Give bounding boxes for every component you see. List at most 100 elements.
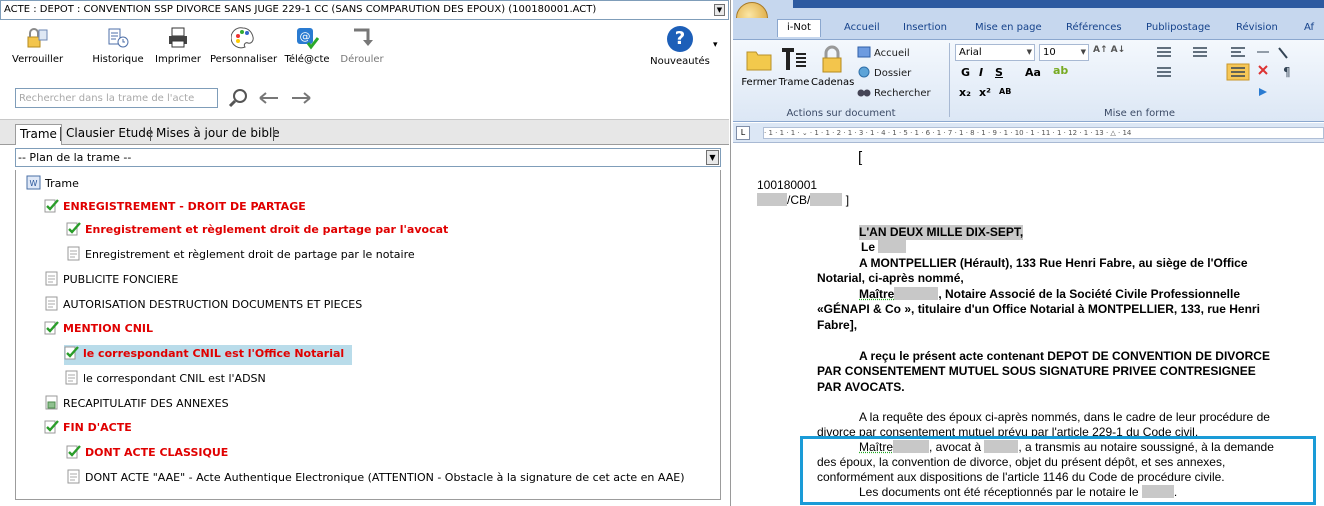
horizontal-ruler[interactable]: · 1 · 1 · 1 · ⌄ · 1 · 1 · 2 · 1 · 3 · 1 … [763, 127, 1324, 139]
checked-doc-icon [44, 420, 59, 434]
grow-font-icon[interactable]: A↑ A↓ [1093, 45, 1125, 55]
ribbon-tab-mise-en-page[interactable]: Mise en page [975, 22, 1042, 33]
checked-doc-icon [44, 321, 59, 335]
trame-button[interactable]: Trame [777, 44, 811, 88]
change-case-button[interactable]: Aa [1025, 66, 1041, 79]
redacted-field [894, 287, 939, 300]
printer-icon [169, 27, 187, 48]
close-doc-label: Fermer [741, 77, 777, 88]
chevron-down-icon: ▼ [1080, 48, 1086, 56]
lock-button[interactable]: Verrouiller [12, 26, 63, 65]
tree-node-fin-acte[interactable]: FIN D'ACTE [44, 419, 132, 439]
doc-box-period: . [1173, 485, 1178, 499]
document-page[interactable]: [ 100180001 /CB/ ] L'AN DEUX MILLE DIX-S… [733, 144, 1324, 506]
page-icon [45, 296, 58, 311]
paragraph-tools-icon[interactable]: ¶ [1153, 44, 1303, 104]
ribbon-tab-accueil[interactable]: Accueil [844, 22, 880, 33]
doc-recu-line1: A reçu le présent acte contenant DEPOT D… [859, 349, 1270, 363]
customize-label: Personnaliser [210, 54, 278, 65]
tree-node-recapitulatif[interactable]: RECAPITULATIF DES ANNEXES [44, 395, 229, 415]
rechercher-button[interactable]: Rechercher [857, 86, 931, 99]
ribbon-tab-references[interactable]: Références [1066, 22, 1122, 33]
doc-ref-number: 100180001 [757, 178, 818, 192]
small-caps-button[interactable]: AB [999, 87, 1011, 96]
tab-bar: Trame Clausier Etude Mises à jour de bib… [0, 119, 729, 145]
italic-button[interactable]: I [979, 66, 983, 79]
tab-mises-a-jour[interactable]: Mises à jour de bible [152, 124, 284, 145]
tree-node-mention-cnil[interactable]: MENTION CNIL [44, 320, 153, 340]
tree-node-cnil-adsn[interactable]: le correspondant CNIL est l'ADSN [64, 370, 266, 390]
ribbon-tab-inot[interactable]: i-Not [777, 19, 821, 37]
highlight-color-icon[interactable]: ab [1053, 64, 1068, 77]
tab-trame[interactable]: Trame [15, 124, 62, 145]
chevron-down-icon: ▼ [1026, 48, 1032, 56]
doc-box-avocat: , avocat à [929, 440, 982, 454]
doc-maitre: Maître [859, 287, 895, 301]
redacted-field [757, 193, 787, 206]
doc-box-transmis: , a transmis au notaire soussigné, à la … [1018, 440, 1274, 454]
tree-node-publicite[interactable]: PUBLICITE FONCIERE [44, 271, 178, 291]
group-label-actions: Actions sur document [786, 108, 896, 119]
word-document-pane: i-Not Accueil Insertion Mise en page Réf… [733, 0, 1324, 506]
doc-maitre-line1: Maître , Notaire Associé de la Société Ci… [859, 287, 1240, 302]
history-button[interactable]: Historique [92, 26, 144, 65]
tree-node-dont-acte-aae[interactable]: DONT ACTE "AAE" - Acte Authentique Elect… [66, 469, 685, 489]
teleacte-label: Télé@cte [284, 54, 330, 65]
plan-select[interactable]: -- Plan de la trame -- ▼ [15, 148, 721, 167]
search-icon[interactable] [228, 88, 250, 108]
act-title-combo[interactable]: ACTE : DEPOT : CONVENTION SSP DIVORCE SA… [0, 0, 729, 20]
search-row [0, 84, 729, 114]
arrow-left-icon[interactable] [258, 88, 280, 108]
tree-node-cnil-office[interactable]: le correspondant CNIL est l'Office Notar… [64, 345, 353, 365]
underline-button[interactable]: S [995, 66, 1003, 79]
doc-place-line1: A MONTPELLIER (Hérault), 133 Rue Henri F… [859, 256, 1248, 270]
tree-node-enreg-notaire[interactable]: Enregistrement et règlement droit de par… [66, 246, 415, 266]
accueil-button[interactable]: Accueil [857, 46, 910, 59]
tree-node-dont-acte-classique[interactable]: DONT ACTE CLASSIQUE [66, 444, 228, 464]
unfold-button[interactable]: Dérouler [338, 26, 386, 65]
teleacte-button[interactable]: @ Télé@cte [282, 26, 332, 65]
ruler-row: L · 1 · 1 · 1 · ⌄ · 1 · 1 · 2 · 1 · 3 · … [733, 123, 1324, 143]
svg-text:¶: ¶ [1283, 65, 1291, 79]
font-name-value: Arial [959, 47, 982, 58]
superscript-button[interactable]: x² [979, 86, 991, 99]
padlock-button[interactable]: Cadenas [811, 44, 855, 88]
unfold-arrow-icon [354, 28, 373, 46]
redacted-field [893, 440, 930, 453]
overflow-chevron-icon[interactable]: ▾ [713, 40, 718, 50]
ribbon-tab-publipostage[interactable]: Publipostage [1146, 22, 1210, 33]
ribbon-tab-revision[interactable]: Révision [1236, 22, 1278, 33]
arrow-right-icon[interactable] [290, 88, 312, 108]
customize-button[interactable]: Personnaliser [210, 26, 278, 65]
ruler-ticks: · 1 · 1 · 1 · ⌄ · 1 · 1 · 2 · 1 · 3 · 1 … [764, 129, 1132, 137]
close-doc-button[interactable]: Fermer [741, 44, 777, 88]
folder-icon [858, 66, 870, 78]
font-size-combo[interactable]: 10 ▼ [1039, 44, 1089, 61]
tab-clausier-etude[interactable]: Clausier Etude [62, 124, 157, 145]
whats-new-button[interactable]: ? Nouveautés [648, 26, 712, 67]
chevron-down-icon[interactable]: ▼ [714, 4, 725, 16]
history-label: Historique [92, 54, 144, 65]
tree-node-enreg-avocat[interactable]: Enregistrement et règlement droit de par… [66, 221, 448, 241]
tree-node-autorisation[interactable]: AUTORISATION DESTRUCTION DOCUMENTS ET PI… [44, 296, 362, 316]
bold-button[interactable]: G [961, 66, 970, 79]
doc-box-line1: Maître , avocat à , a transmis au notaire… [859, 440, 1274, 455]
doc-bracket-close: ] [845, 193, 850, 207]
ribbon-tab-affichage[interactable]: Af [1304, 22, 1314, 33]
doc-recu-line2: PAR CONSENTEMENT MUTUEL SOUS SIGNATURE P… [817, 364, 1256, 378]
dossier-button[interactable]: Dossier [857, 66, 911, 79]
subscript-button[interactable]: x₂ [959, 86, 971, 99]
tree-node-trame[interactable]: W Trame [26, 175, 79, 195]
print-button[interactable]: Imprimer [154, 26, 202, 65]
unfold-label: Dérouler [340, 54, 384, 65]
tree-node-enregistrement[interactable]: ENREGISTREMENT - DROIT DE PARTAGE [44, 198, 306, 218]
padlock-label: Cadenas [811, 77, 855, 88]
tree-node-label: PUBLICITE FONCIERE [63, 273, 179, 286]
font-size-value: 10 [1043, 47, 1056, 58]
search-input[interactable] [15, 88, 218, 108]
tab-separator [273, 127, 274, 141]
font-name-combo[interactable]: Arial ▼ [955, 44, 1035, 61]
tab-stop-selector[interactable]: L [736, 126, 750, 140]
chevron-down-icon[interactable]: ▼ [706, 150, 719, 165]
ribbon-tab-insertion[interactable]: Insertion [903, 22, 947, 33]
